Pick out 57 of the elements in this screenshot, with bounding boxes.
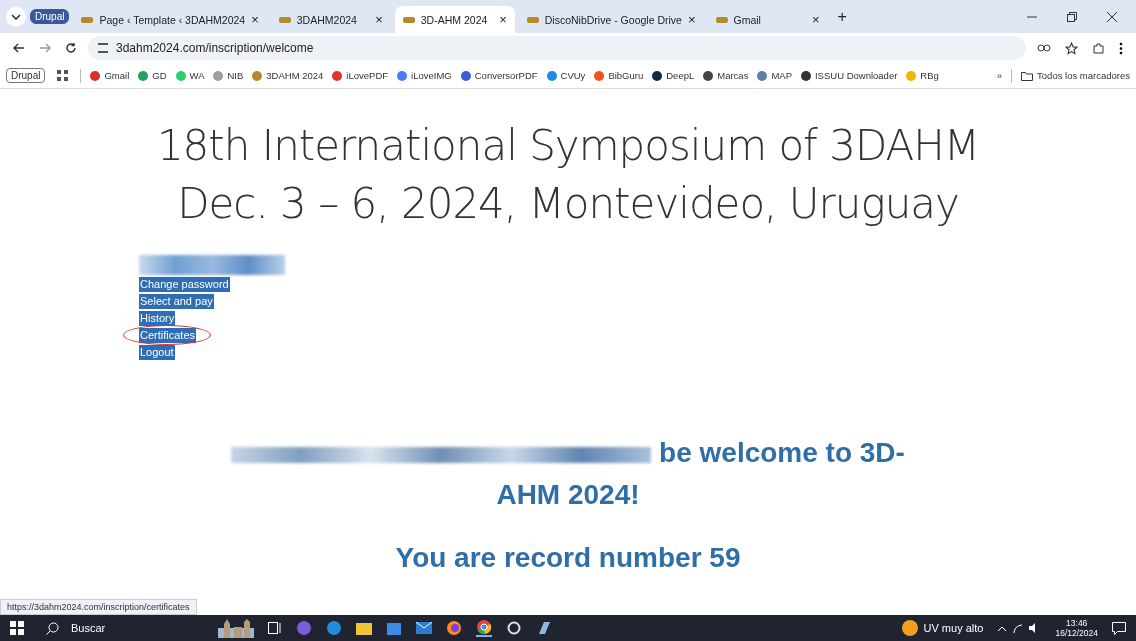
address-field[interactable]: 3dahm2024.com/inscription/welcome: [88, 36, 1026, 60]
mail-icon[interactable]: [416, 622, 432, 634]
notifications-icon[interactable]: [1112, 621, 1126, 635]
bookmark[interactable]: BibGuru: [594, 70, 644, 81]
bookmark[interactable]: ConversorPDF: [460, 70, 538, 81]
status-url: https://3dahm2024.com/inscription/certificates: [0, 599, 197, 615]
app-icon[interactable]: [296, 620, 312, 636]
bookmark[interactable]: MAP: [757, 70, 792, 81]
bookmark[interactable]: WA: [175, 70, 205, 81]
bookmark[interactable]: RBg: [906, 70, 939, 81]
menu-link[interactable]: Logout: [139, 345, 175, 360]
sun-icon: [901, 620, 918, 636]
app-icon[interactable]: [536, 620, 552, 636]
folder-icon: [1021, 70, 1034, 81]
chrome-icon[interactable]: [476, 619, 492, 637]
ring-icon[interactable]: [506, 620, 522, 636]
task-view-icon[interactable]: [268, 622, 282, 634]
new-tab-button[interactable]: +: [831, 7, 853, 26]
firefox-icon[interactable]: [446, 620, 462, 636]
bookmark[interactable]: ISSUU Downloader: [801, 70, 898, 81]
menu-link[interactable]: History: [139, 311, 176, 326]
browser-tab[interactable]: 3D-AHM 2024 ×: [394, 6, 515, 33]
bookmark[interactable]: NIB: [213, 70, 244, 81]
page-heading: 18th International Symposium of 3DAHM: [155, 120, 981, 172]
store-icon[interactable]: [386, 620, 402, 636]
browser-icon[interactable]: [326, 620, 342, 636]
tab-group-chip[interactable]: Drupal: [30, 9, 70, 24]
more-bookmarks-button[interactable]: »: [996, 70, 1003, 81]
menu-link[interactable]: Change password: [139, 277, 230, 292]
bookmark[interactable]: 3DAHM 2024: [252, 70, 324, 81]
browser-tab[interactable]: 3DAHM2024 ×: [270, 6, 391, 33]
castle-icon[interactable]: [218, 618, 254, 638]
menu-link[interactable]: Certificates: [139, 328, 197, 343]
page-heading: Dec. 3 – 6, 2024, Montevideo, Uruguay: [176, 178, 960, 230]
taskbar-search[interactable]: Buscar: [38, 621, 204, 635]
bookmark[interactable]: CVUy: [546, 70, 586, 81]
all-bookmarks-button[interactable]: Todos los marcadores: [1021, 70, 1130, 81]
welcome-message: be welcome to 3D-AHM 2024!: [496, 437, 905, 510]
bookmark[interactable]: iLovePDF: [332, 70, 389, 81]
bookmark[interactable]: GD: [138, 70, 167, 81]
record-number: You are record number 59: [394, 542, 742, 574]
weather-widget[interactable]: UV muy alto: [901, 620, 984, 636]
bookmark[interactable]: Marcas: [703, 70, 749, 81]
menu-link[interactable]: Select and pay: [139, 294, 214, 309]
bookmark[interactable]: DeepL: [652, 70, 695, 81]
bookmark[interactable]: iLoveIMG: [397, 70, 452, 81]
tab-list-icon[interactable]: [6, 6, 26, 27]
search-icon: [46, 621, 59, 635]
folder-icon[interactable]: [356, 621, 372, 635]
start-icon[interactable]: [10, 621, 24, 635]
browser-tab[interactable]: Page ‹ Template ‹ 3DAHM2024 ×: [73, 6, 267, 33]
bookmark[interactable]: Gmail: [90, 70, 130, 81]
clock[interactable]: 13:46 16/12/2024: [1055, 618, 1098, 638]
bookmark-chip[interactable]: Drupal: [6, 68, 46, 83]
browser-tab[interactable]: DiscoNibDrive - Google Drive ×: [518, 6, 704, 33]
star-icon[interactable]: [1062, 41, 1081, 55]
browser-tab[interactable]: Gmail ×: [707, 6, 828, 33]
